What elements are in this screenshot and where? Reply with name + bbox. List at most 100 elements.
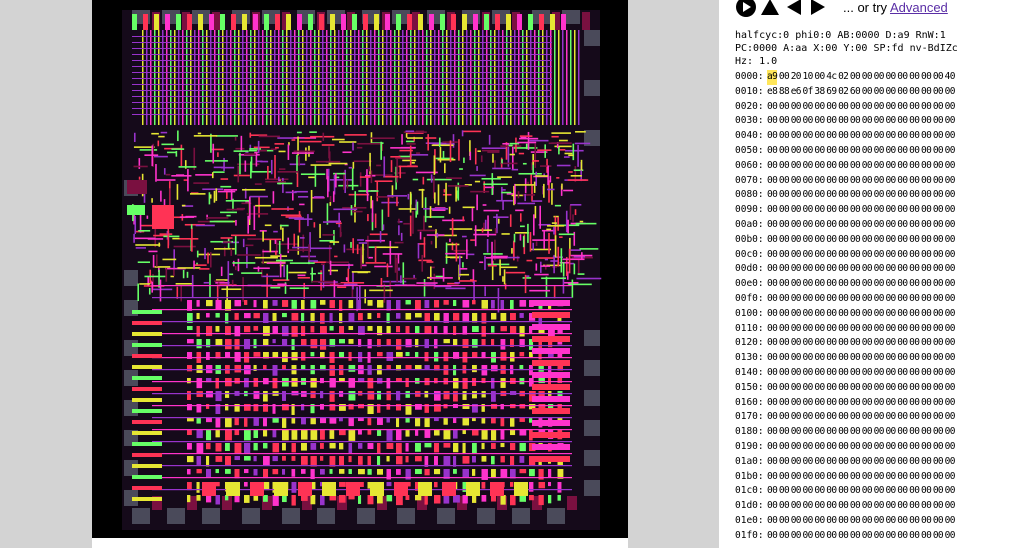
memory-byte[interactable]: 00 (862, 455, 873, 470)
memory-byte[interactable]: 00 (791, 499, 802, 514)
memory-byte[interactable]: 00 (826, 499, 837, 514)
memory-byte[interactable]: 00 (850, 144, 861, 159)
memory-byte[interactable]: 00 (814, 292, 825, 307)
memory-byte[interactable]: 00 (874, 85, 885, 100)
memory-byte[interactable]: 00 (791, 233, 802, 248)
memory-byte[interactable]: 00 (921, 484, 932, 499)
memory-table[interactable]: 0000: a9 00 20 10 00 4c 02 00 00 00 00 00 00 00 00 40 001… (735, 70, 1023, 544)
memory-byte[interactable]: 00 (945, 188, 956, 203)
memory-byte[interactable]: 00 (779, 174, 790, 189)
memory-byte[interactable]: 00 (814, 218, 825, 233)
memory-byte[interactable]: 00 (897, 159, 908, 174)
memory-byte[interactable]: 00 (803, 366, 814, 381)
memory-byte[interactable]: 00 (826, 440, 837, 455)
memory-byte[interactable]: 00 (897, 484, 908, 499)
memory-byte[interactable]: 00 (885, 218, 896, 233)
memory-byte[interactable]: 00 (803, 514, 814, 529)
memory-byte[interactable]: 00 (803, 336, 814, 351)
memory-byte[interactable]: 00 (885, 144, 896, 159)
memory-byte[interactable]: 00 (767, 381, 778, 396)
memory-byte[interactable]: 00 (767, 322, 778, 337)
memory-byte[interactable]: 00 (791, 440, 802, 455)
memory-byte[interactable]: e8 (767, 85, 778, 100)
memory-byte[interactable]: 00 (874, 218, 885, 233)
memory-byte[interactable]: 00 (933, 410, 944, 425)
memory-byte[interactable]: 00 (814, 499, 825, 514)
memory-byte[interactable]: 00 (814, 159, 825, 174)
memory-byte[interactable]: 00 (921, 85, 932, 100)
memory-byte[interactable]: 00 (814, 336, 825, 351)
memory-byte[interactable]: 00 (909, 262, 920, 277)
memory-byte[interactable]: 00 (767, 277, 778, 292)
memory-byte[interactable]: 00 (897, 203, 908, 218)
memory-byte[interactable]: 00 (803, 188, 814, 203)
memory-byte[interactable]: 00 (767, 455, 778, 470)
memory-byte[interactable]: 00 (921, 307, 932, 322)
memory-byte[interactable]: 00 (850, 410, 861, 425)
memory-byte[interactable]: 00 (767, 114, 778, 129)
memory-byte[interactable]: 00 (850, 262, 861, 277)
memory-byte[interactable]: 00 (897, 292, 908, 307)
memory-byte[interactable]: 0f (803, 85, 814, 100)
memory-byte[interactable]: 00 (862, 484, 873, 499)
chip-layout-view[interactable] (92, 0, 628, 538)
memory-byte[interactable]: 00 (767, 292, 778, 307)
memory-byte[interactable]: 00 (874, 70, 885, 85)
memory-byte[interactable]: 00 (909, 396, 920, 411)
memory-byte[interactable]: 00 (897, 499, 908, 514)
memory-byte[interactable]: 00 (826, 381, 837, 396)
memory-byte[interactable]: 00 (850, 70, 861, 85)
memory-byte[interactable]: 00 (874, 203, 885, 218)
memory-byte[interactable]: 00 (791, 396, 802, 411)
memory-byte[interactable]: 00 (838, 188, 849, 203)
memory-byte[interactable]: 00 (803, 396, 814, 411)
memory-byte[interactable]: 00 (826, 218, 837, 233)
memory-byte[interactable]: 00 (921, 410, 932, 425)
memory-byte[interactable]: 00 (779, 514, 790, 529)
memory-byte[interactable]: 00 (850, 233, 861, 248)
memory-byte[interactable]: 00 (779, 277, 790, 292)
memory-byte[interactable]: 00 (945, 114, 956, 129)
memory-byte[interactable]: 00 (945, 425, 956, 440)
memory-byte[interactable]: 00 (897, 144, 908, 159)
memory-byte[interactable]: 00 (945, 381, 956, 396)
memory-byte[interactable]: 00 (814, 100, 825, 115)
memory-byte[interactable]: 00 (779, 70, 790, 85)
memory-byte[interactable]: 00 (921, 248, 932, 263)
memory-byte[interactable]: 00 (791, 100, 802, 115)
memory-byte[interactable]: 00 (779, 233, 790, 248)
memory-byte[interactable]: 00 (933, 336, 944, 351)
memory-byte[interactable]: 00 (874, 410, 885, 425)
memory-byte[interactable]: 00 (874, 366, 885, 381)
memory-byte[interactable]: 02 (838, 70, 849, 85)
memory-byte[interactable]: 00 (767, 203, 778, 218)
memory-byte[interactable]: 00 (850, 188, 861, 203)
memory-byte[interactable]: 00 (874, 381, 885, 396)
memory-byte[interactable]: 00 (921, 70, 932, 85)
memory-byte[interactable]: 00 (814, 129, 825, 144)
memory-byte[interactable]: 00 (897, 129, 908, 144)
memory-byte[interactable]: 00 (945, 174, 956, 189)
memory-byte[interactable]: 00 (862, 100, 873, 115)
memory-byte[interactable]: 00 (779, 262, 790, 277)
memory-byte[interactable]: 00 (791, 529, 802, 544)
memory-byte[interactable]: 00 (791, 366, 802, 381)
memory-byte[interactable]: 00 (791, 129, 802, 144)
memory-byte[interactable]: 00 (826, 322, 837, 337)
memory-byte[interactable]: 00 (862, 188, 873, 203)
chip-layout-canvas[interactable] (92, 0, 628, 538)
memory-byte[interactable]: 02 (838, 85, 849, 100)
memory-byte[interactable]: 00 (897, 248, 908, 263)
memory-byte[interactable]: 00 (862, 277, 873, 292)
memory-byte[interactable]: 00 (838, 262, 849, 277)
memory-byte[interactable]: 00 (838, 307, 849, 322)
memory-byte[interactable]: 00 (874, 307, 885, 322)
memory-byte[interactable]: 00 (862, 144, 873, 159)
memory-byte[interactable]: 00 (826, 514, 837, 529)
memory-byte[interactable]: 00 (814, 470, 825, 485)
memory-byte[interactable]: 00 (862, 85, 873, 100)
memory-byte[interactable]: 00 (803, 440, 814, 455)
memory-byte[interactable]: 00 (767, 307, 778, 322)
memory-byte[interactable]: 00 (945, 366, 956, 381)
memory-byte[interactable]: 00 (862, 129, 873, 144)
